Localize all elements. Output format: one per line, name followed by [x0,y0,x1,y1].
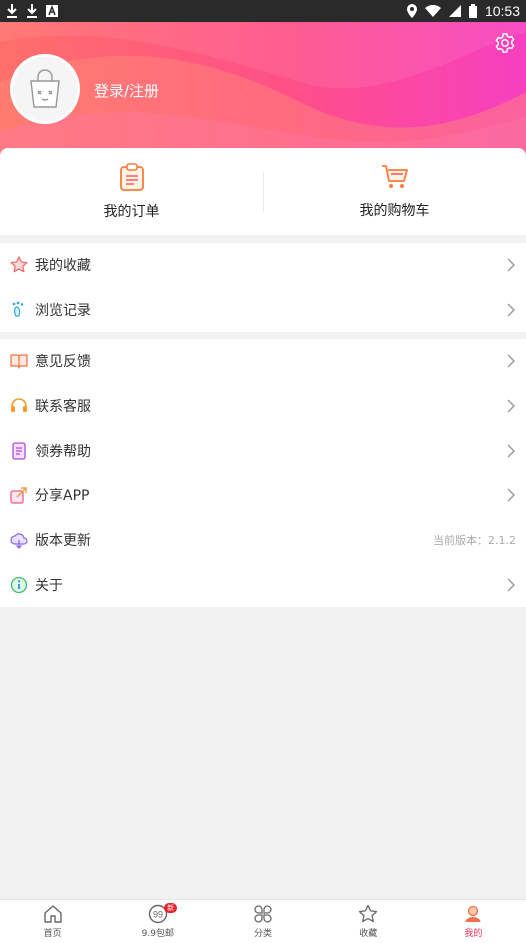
clipboard-icon [119,162,144,191]
menu-item-coupon-help[interactable]: 领券帮助 [0,428,526,473]
cart-icon [381,164,408,188]
avatar[interactable] [10,54,80,124]
my-orders-button[interactable]: 我的订单 [0,148,263,235]
nav-favorites[interactable]: 收藏 [316,900,421,943]
wifi-icon [424,5,441,17]
chevron-right-icon [507,444,515,458]
settings-gear-icon[interactable] [494,32,516,54]
menu-item-customer-service[interactable]: 联系客服 [0,384,526,429]
menu-label: 浏览记录 [35,303,91,320]
headset-icon [10,397,28,415]
menu-label: 版本更新 [35,533,91,550]
category-icon [254,905,272,923]
order-cart-card: 我的订单 我的购物车 [0,148,526,235]
menu-label: 分享APP [35,488,90,505]
chevron-right-icon [507,578,515,592]
my-cart-button[interactable]: 我的购物车 [263,148,526,235]
menu-label: 领券帮助 [35,443,91,460]
chevron-right-icon [507,258,515,272]
menu-group-support: 意见反馈 联系客服 领券帮助 分享APP 版本更新 当前版本：2.1.2 关于 [0,339,526,608]
download-icon [7,4,17,18]
menu-item-share-app[interactable]: 分享APP [0,473,526,518]
nav-label: 收藏 [359,929,378,939]
info-icon [10,576,28,594]
my-orders-label: 我的订单 [103,203,160,220]
book-icon [10,352,28,370]
user-icon [465,905,481,922]
home-icon [43,905,62,923]
nav-nine-nine[interactable]: 99 新 9.9包邮 [105,900,210,943]
nav-label: 首页 [43,929,62,939]
chevron-right-icon [507,354,515,368]
download-icon [27,4,37,18]
menu-item-version-update[interactable]: 版本更新 当前版本：2.1.2 [0,518,526,563]
menu-label: 联系客服 [35,399,91,416]
menu-item-about[interactable]: 关于 [0,562,526,607]
current-version-text: 当前版本：2.1.2 [433,534,516,548]
menu-group-favorites: 我的收藏 浏览记录 [0,243,526,333]
star-outline-icon [359,904,378,923]
login-register-link[interactable]: 登录/注册 [94,80,159,101]
menu-item-feedback[interactable]: 意见反馈 [0,339,526,384]
nav-label: 分类 [254,929,273,939]
menu-item-favorites[interactable]: 我的收藏 [0,243,526,288]
menu-label: 关于 [35,577,63,594]
menu-item-history[interactable]: 浏览记录 [0,288,526,333]
star-icon [10,256,28,274]
footprint-icon [10,301,28,319]
nav-label: 9.9包邮 [141,929,174,939]
shopping-bag-mascot-icon [30,69,60,108]
coupon-icon [10,442,28,460]
signal-icon [448,5,461,17]
chevron-right-icon [507,488,515,502]
share-icon [10,486,28,505]
nav-label: 我的 [464,929,483,939]
menu-label: 我的收藏 [35,258,91,275]
chevron-right-icon [507,399,515,413]
battery-icon [468,4,477,18]
nav-category[interactable]: 分类 [210,900,315,943]
cloud-icon [10,531,28,550]
app-notification-icon [46,5,58,17]
new-badge: 新 [164,903,178,913]
nav-mine[interactable]: 我的 [421,900,526,943]
chevron-right-icon [507,303,515,317]
nav-home[interactable]: 首页 [0,900,105,943]
clock: 10:53 [484,3,520,19]
status-bar: 10:53 [0,0,526,22]
svg-text:99: 99 [153,910,163,920]
menu-label: 意见反馈 [35,354,91,371]
location-icon [406,4,417,18]
my-cart-label: 我的购物车 [359,202,430,219]
bottom-navigation: 首页 99 新 9.9包邮 分类 收藏 我的 [0,899,526,943]
